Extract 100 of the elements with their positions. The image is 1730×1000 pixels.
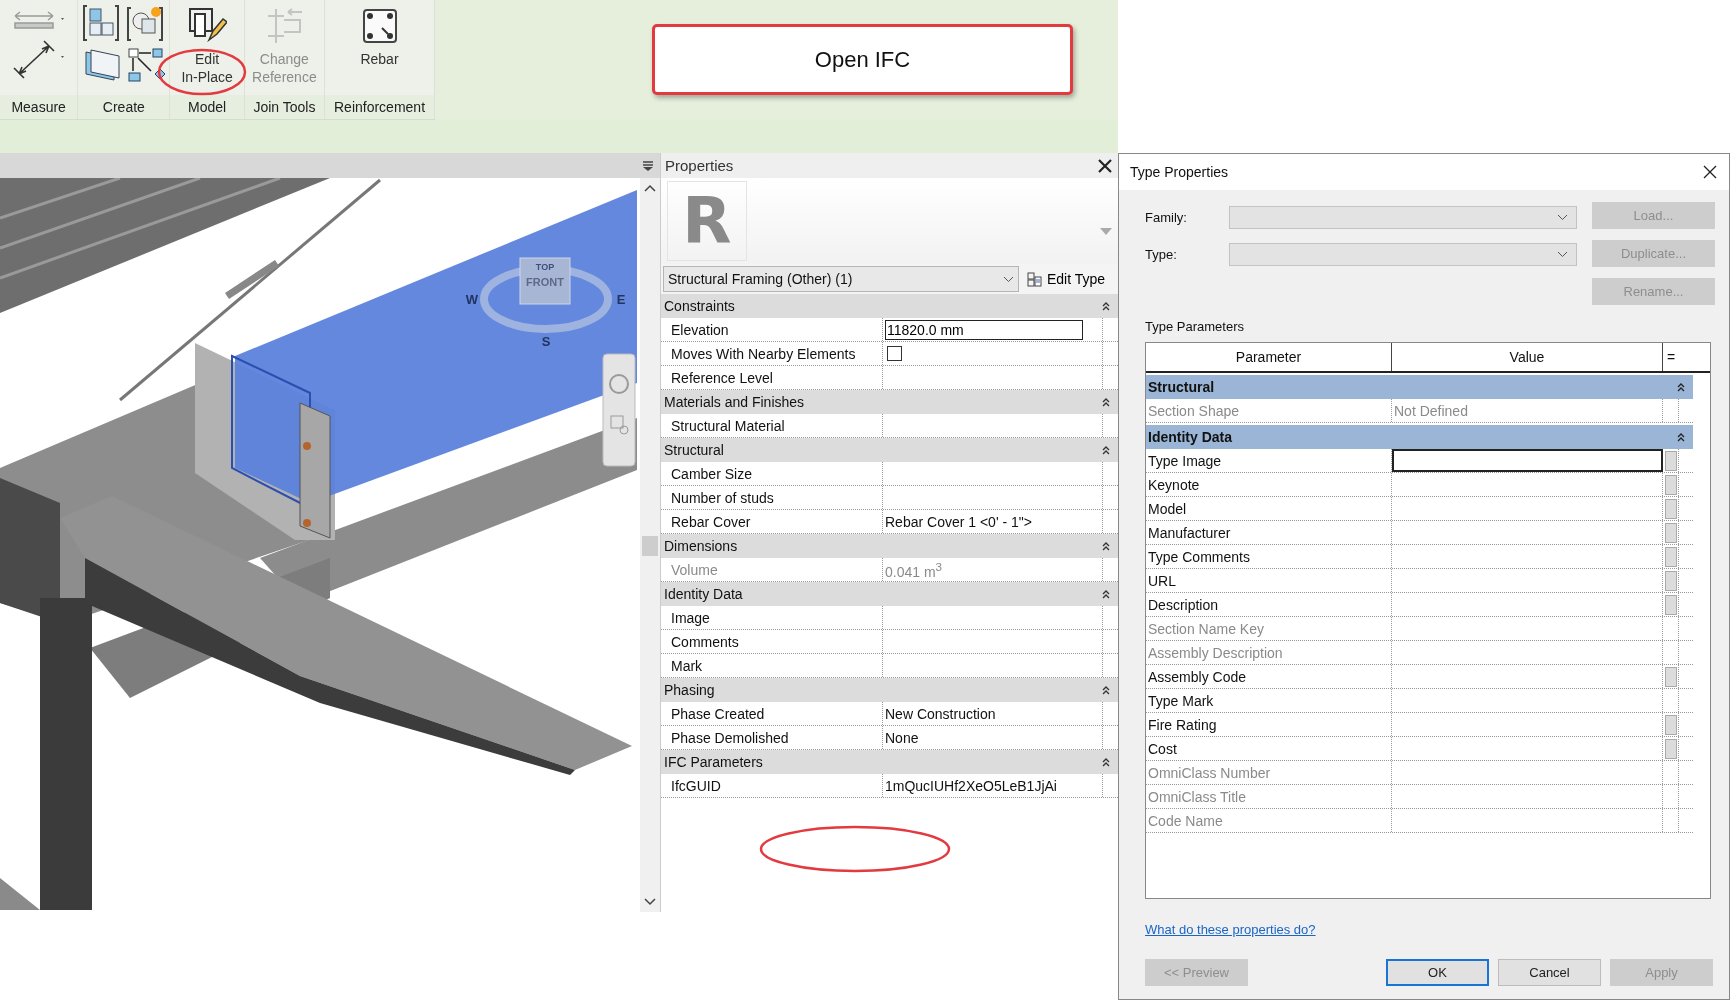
group-header[interactable]: Dimensions	[661, 534, 1118, 558]
group-header[interactable]: Identity Data	[1146, 425, 1693, 449]
property-label: Volume	[671, 561, 718, 578]
browse-button[interactable]	[1664, 666, 1677, 687]
scroll-up-icon[interactable]	[644, 184, 656, 192]
ribbon-button[interactable]: Edit In-Place	[171, 4, 244, 88]
type-dropdown[interactable]	[1229, 243, 1577, 266]
collapse-icon[interactable]	[1677, 432, 1685, 442]
type-preview: R	[667, 181, 747, 261]
collapse-icon[interactable]	[1102, 445, 1110, 455]
collapse-icon[interactable]	[1102, 541, 1110, 551]
dialog-button[interactable]: Cancel	[1498, 959, 1601, 986]
section-label: Type Parameters	[1145, 319, 1245, 334]
property-label: Structural Material	[671, 417, 785, 434]
browse-button[interactable]	[1664, 474, 1677, 495]
group-header[interactable]: Structural	[1146, 375, 1693, 399]
group-header[interactable]: Identity Data	[661, 582, 1118, 606]
collapse-icon[interactable]	[1102, 301, 1110, 311]
parameter-name: Description	[1148, 596, 1219, 613]
group-label: Model	[170, 95, 244, 119]
scroll-thumb[interactable]	[642, 536, 658, 556]
group-header[interactable]: Constraints	[661, 294, 1118, 318]
property-value: 1mQucIUHf2XeO5LeB1JjAi	[885, 777, 1057, 794]
parameter-name: URL	[1148, 572, 1176, 589]
group-header[interactable]: Phasing	[661, 678, 1118, 702]
group-label: Join Tools	[244, 95, 324, 119]
column-header[interactable]: Value	[1392, 343, 1663, 371]
edit-type-button[interactable]: Edit Type	[1025, 269, 1108, 289]
chevron-down-icon	[1557, 251, 1568, 258]
parameter-name: OmniClass Title	[1148, 788, 1247, 805]
browse-button[interactable]	[1664, 594, 1677, 615]
collapse-icon[interactable]	[1102, 397, 1110, 407]
group-title: IFC Parameters	[664, 754, 763, 770]
browse-button[interactable]	[1664, 498, 1677, 519]
property-label: Image	[671, 609, 710, 626]
parameter-name: OmniClass Number	[1148, 764, 1271, 781]
dropdown-icon[interactable]	[1100, 227, 1112, 235]
property-label: Reference Level	[671, 369, 773, 386]
parameter-name: Cost	[1148, 740, 1177, 757]
close-icon[interactable]	[1098, 158, 1112, 173]
parameter-name: Model	[1148, 500, 1187, 517]
property-label: Mark	[671, 657, 703, 674]
parameter-name: Keynote	[1148, 476, 1200, 493]
field-label: Family:	[1145, 210, 1188, 225]
browse-button[interactable]	[1664, 738, 1677, 759]
property-value: 0.041 m$^{3}$	[885, 559, 943, 580]
group-title: Constraints	[664, 298, 735, 314]
parameter-name: Assembly Code	[1148, 668, 1247, 685]
measure-icon[interactable]	[10, 40, 67, 80]
group-title: Materials and Finishes	[664, 394, 805, 410]
property-label: Elevation	[671, 321, 729, 338]
column-header[interactable]: =	[1663, 343, 1679, 371]
property-label: Phase Demolished	[671, 729, 789, 746]
browse-button[interactable]	[1664, 546, 1677, 567]
property-label: Camber Size	[671, 465, 752, 482]
collapse-icon[interactable]	[1102, 589, 1110, 599]
dialog-button[interactable]: OK	[1386, 959, 1489, 986]
panel-title: Properties	[665, 157, 734, 174]
family-dropdown[interactable]	[1229, 206, 1577, 229]
type-selector[interactable]: Structural Framing (Other) (1)	[663, 266, 1019, 292]
browse-button[interactable]	[1664, 570, 1677, 591]
parameter-name: Section Shape	[1148, 402, 1240, 419]
scroll-down-icon[interactable]	[644, 898, 656, 906]
group-header[interactable]: IFC Parameters	[661, 750, 1118, 774]
collapse-icon[interactable]	[1677, 382, 1685, 392]
value-cell[interactable]	[1392, 449, 1663, 472]
property-label: Number of studs	[671, 489, 774, 506]
cubes-icon[interactable]	[81, 4, 120, 42]
value-field[interactable]: 11820.0 mm	[885, 319, 1083, 340]
compass-label: E	[616, 292, 626, 307]
callout-box: Open IFC	[652, 24, 1073, 95]
collapse-icon[interactable]	[1102, 757, 1110, 767]
column-header[interactable]: Parameter	[1146, 343, 1392, 371]
scrollbar[interactable]	[640, 178, 660, 912]
property-value: Rebar Cover 1 <0' - 1">	[885, 513, 1032, 530]
group-title: Dimensions	[664, 538, 738, 554]
browse-button[interactable]	[1664, 714, 1677, 735]
browse-button[interactable]	[1664, 450, 1677, 471]
group-header[interactable]: Structural	[661, 438, 1118, 462]
browse-button[interactable]	[1664, 522, 1677, 543]
sphere-cube-icon[interactable]	[125, 4, 164, 42]
property-value: New Construction	[885, 705, 996, 722]
menu-dropdown-icon[interactable]	[642, 160, 654, 171]
flow-diagram-icon[interactable]	[125, 46, 166, 84]
property-label: Comments	[671, 633, 739, 650]
parameter-name: Manufacturer	[1148, 524, 1231, 541]
view-cube-label: TOP	[535, 262, 555, 272]
checkbox[interactable]	[887, 346, 902, 361]
collapse-icon[interactable]	[1102, 685, 1110, 695]
close-icon[interactable]	[1703, 165, 1717, 179]
help-link[interactable]: What do these properties do?	[1145, 922, 1316, 937]
group-title: Structural	[1148, 379, 1215, 395]
parameter-name: Type Comments	[1148, 548, 1250, 565]
chevron-down-icon	[1557, 214, 1568, 221]
view-cube-label: FRONT	[526, 276, 564, 288]
parameter-name: Assembly Description	[1148, 644, 1283, 661]
parameter-value: Not Defined	[1394, 402, 1468, 419]
ribbon-button[interactable]: Rebar	[343, 4, 416, 70]
navigation-bar[interactable]	[602, 353, 636, 467]
group-header[interactable]: Materials and Finishes	[661, 390, 1118, 414]
